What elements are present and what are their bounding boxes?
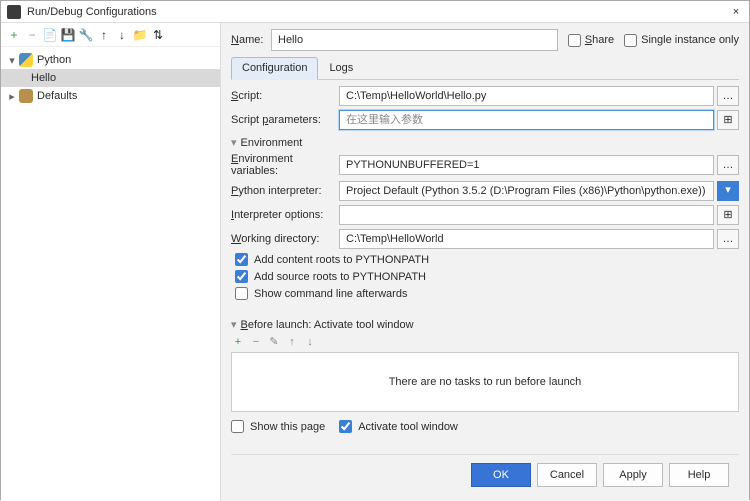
window-title: Run/Debug Configurations xyxy=(27,6,729,18)
tree-label: Hello xyxy=(31,72,56,84)
defaults-icon xyxy=(19,89,33,103)
tab-logs[interactable]: Logs xyxy=(318,57,364,79)
tree-label: Defaults xyxy=(37,90,77,102)
tab-configuration[interactable]: Configuration xyxy=(231,57,318,80)
activate-tool-window-checkbox[interactable]: Activate tool window xyxy=(339,420,458,433)
add-source-roots-checkbox[interactable]: Add source roots to PYTHONPATH xyxy=(235,270,739,283)
tab-bar: Configuration Logs xyxy=(231,57,739,80)
help-button[interactable]: Help xyxy=(669,463,729,487)
config-tree: ▾ Python Hello ▸ Defaults xyxy=(1,47,220,501)
iopts-input[interactable] xyxy=(339,205,714,225)
script-label: Script: xyxy=(231,90,339,102)
interpreter-dropdown-button[interactable]: ▾ xyxy=(717,181,739,201)
tree-label: Python xyxy=(37,54,71,66)
sidebar-toolbar: + − 📄 💾 🔧 ↑ ↓ 📁 ⇅ xyxy=(1,23,220,47)
envvars-input[interactable] xyxy=(339,155,714,175)
before-launch-header[interactable]: ▾Before launch: Activate tool window xyxy=(231,318,739,331)
tasks-empty-text: There are no tasks to run before launch xyxy=(389,376,582,388)
script-input[interactable] xyxy=(339,86,714,106)
close-icon[interactable]: × xyxy=(729,6,743,18)
chevron-right-icon: ▸ xyxy=(7,90,17,103)
apply-button[interactable]: Apply xyxy=(603,463,663,487)
main-panel: Name: Share Single instance only Configu… xyxy=(221,23,749,501)
chevron-down-icon: ▾ xyxy=(7,54,17,67)
task-down-icon[interactable]: ↓ xyxy=(303,336,317,348)
name-label: ame: xyxy=(239,34,263,46)
tasks-list: There are no tasks to run before launch xyxy=(231,352,739,412)
app-icon xyxy=(7,5,21,19)
show-cmd-checkbox[interactable]: Show command line afterwards xyxy=(235,287,739,300)
envvars-label: Environment variables: xyxy=(231,153,339,177)
tree-node-hello[interactable]: Hello xyxy=(1,69,220,87)
task-up-icon[interactable]: ↑ xyxy=(285,336,299,348)
show-this-page-checkbox[interactable]: Show this page xyxy=(231,420,325,433)
before-launch-toolbar: + − ✎ ↑ ↓ xyxy=(231,335,739,348)
params-label: Script parameters: xyxy=(231,114,339,126)
down-icon[interactable]: ↓ xyxy=(115,28,129,42)
remove-icon[interactable]: − xyxy=(25,28,39,42)
iopts-label: Interpreter options: xyxy=(231,209,339,221)
add-content-roots-checkbox[interactable]: Add content roots to PYTHONPATH xyxy=(235,253,739,266)
save-icon[interactable]: 💾 xyxy=(61,28,75,42)
python-icon xyxy=(19,53,33,67)
envvars-browse-button[interactable]: … xyxy=(717,155,739,175)
wd-label: Working directory: xyxy=(231,233,339,245)
params-expand-button[interactable]: ⊞ xyxy=(717,110,739,130)
script-browse-button[interactable]: … xyxy=(717,86,739,106)
wrench-icon[interactable]: 🔧 xyxy=(79,28,93,42)
interpreter-input[interactable] xyxy=(339,181,714,201)
params-input[interactable] xyxy=(339,110,714,130)
ok-button[interactable]: OK xyxy=(471,463,531,487)
single-instance-checkbox[interactable]: Single instance only xyxy=(624,34,739,47)
folder-icon[interactable]: 📁 xyxy=(133,28,147,42)
copy-icon[interactable]: 📄 xyxy=(43,28,57,42)
task-add-icon[interactable]: + xyxy=(231,336,245,348)
wd-browse-button[interactable]: … xyxy=(717,229,739,249)
tree-node-python[interactable]: ▾ Python xyxy=(1,51,220,69)
add-icon[interactable]: + xyxy=(7,28,21,42)
cancel-button[interactable]: Cancel xyxy=(537,463,597,487)
titlebar: Run/Debug Configurations × xyxy=(1,1,749,23)
before-launch-section: ▾Before launch: Activate tool window + −… xyxy=(231,312,739,433)
sidebar: + − 📄 💾 🔧 ↑ ↓ 📁 ⇅ ▾ Python Hello ▸ Defau… xyxy=(1,23,221,501)
wd-input[interactable] xyxy=(339,229,714,249)
name-input[interactable] xyxy=(271,29,558,51)
task-edit-icon[interactable]: ✎ xyxy=(267,335,281,348)
task-remove-icon[interactable]: − xyxy=(249,336,263,348)
sort-icon[interactable]: ⇅ xyxy=(151,28,165,42)
iopts-expand-button[interactable]: ⊞ xyxy=(717,205,739,225)
share-checkbox[interactable]: Share xyxy=(568,34,614,47)
config-form: Script: … Script parameters: ⊞ ▾Environm… xyxy=(231,86,739,302)
dialog-buttons: OK Cancel Apply Help xyxy=(231,454,739,495)
interpreter-label: Python interpreter: xyxy=(231,185,339,197)
environment-section[interactable]: ▾Environment xyxy=(231,136,739,149)
tree-node-defaults[interactable]: ▸ Defaults xyxy=(1,87,220,105)
up-icon[interactable]: ↑ xyxy=(97,28,111,42)
